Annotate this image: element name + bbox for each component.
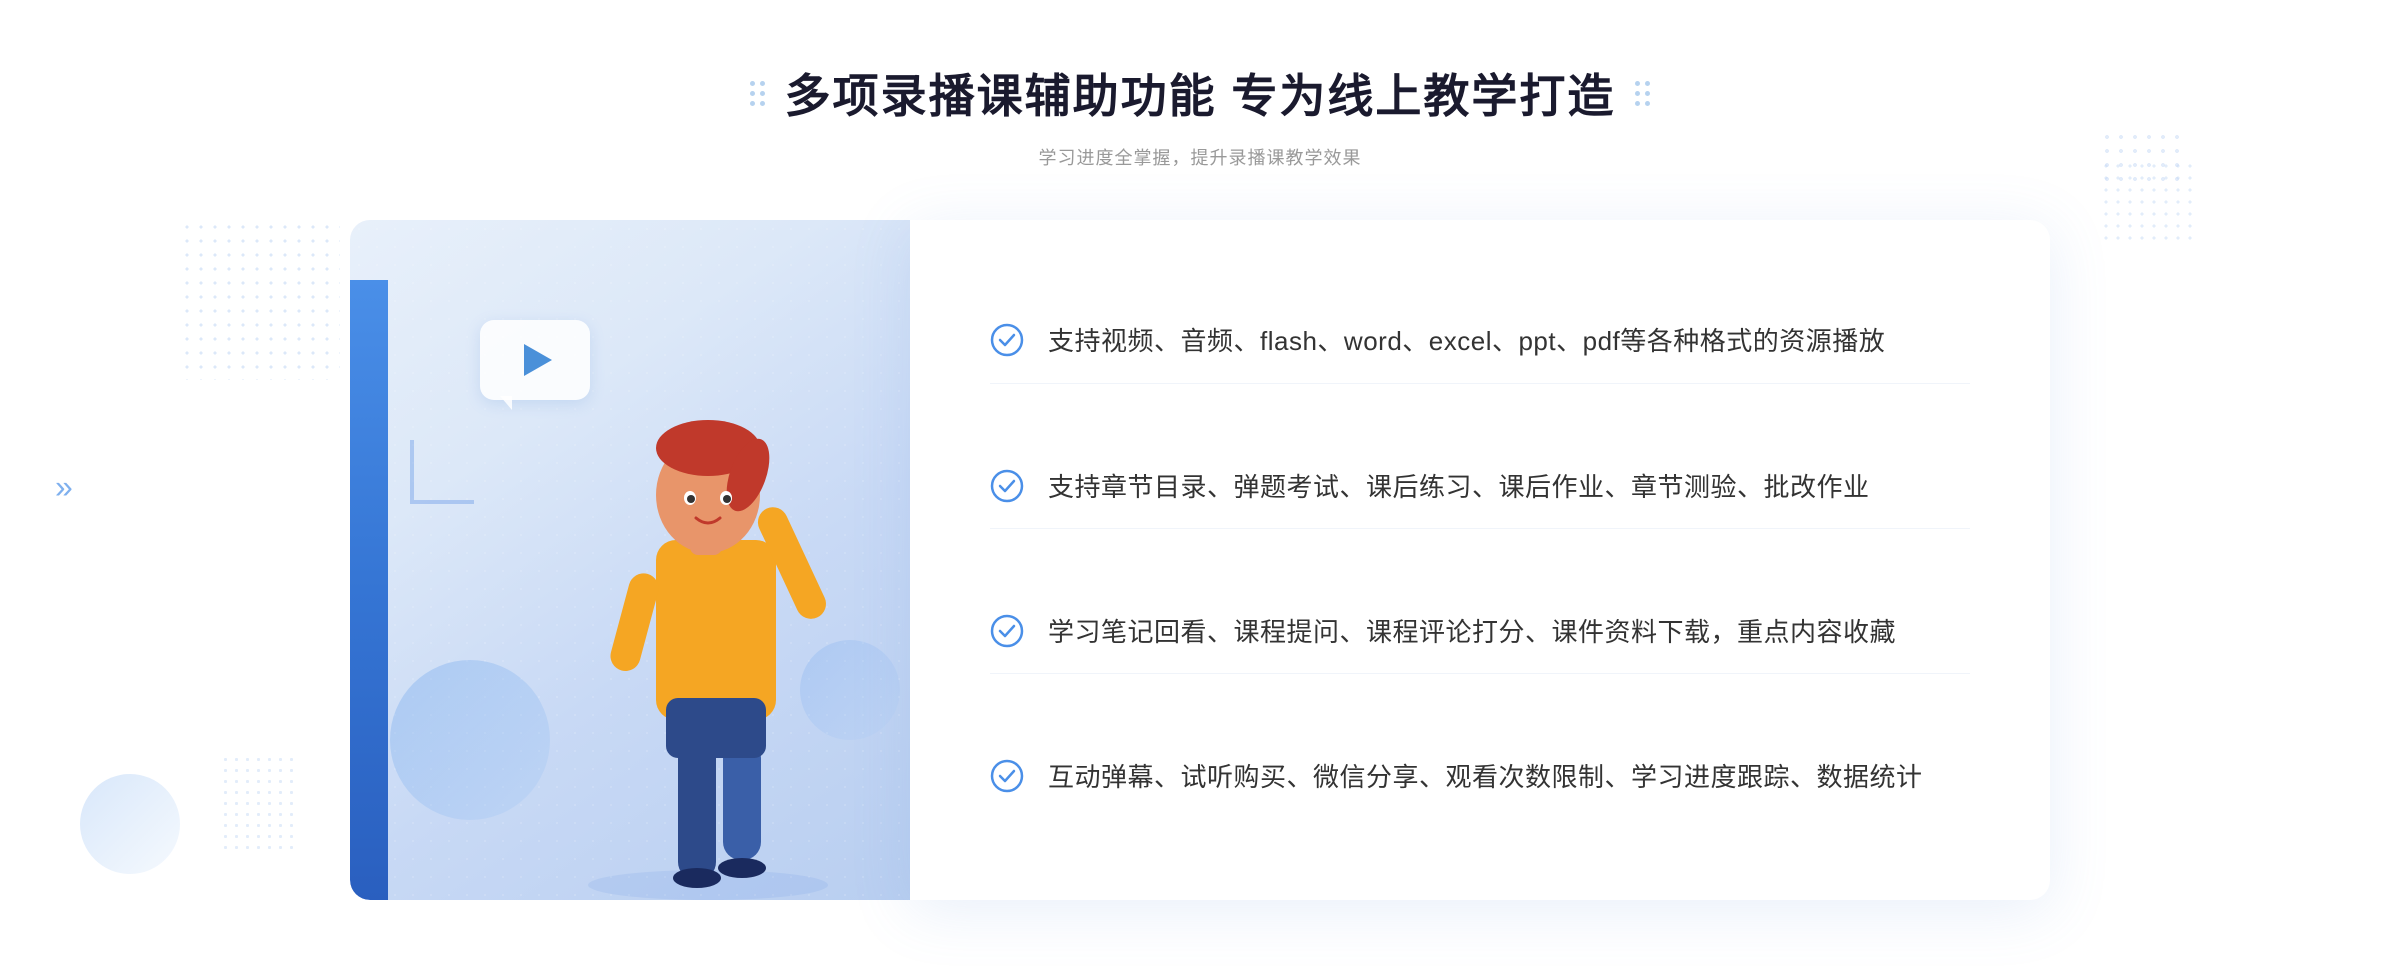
- feature-text-3: 学习笔记回看、课程提问、课程评论打分、课件资料下载，重点内容收藏: [1048, 612, 1896, 654]
- check-icon-3: [990, 614, 1024, 648]
- accent-bar: [350, 280, 388, 900]
- left-arrow-decoration: »: [55, 469, 73, 506]
- check-icon-4: [990, 759, 1024, 793]
- title-dots-left: [750, 81, 765, 106]
- right-deco-dots: [2100, 130, 2180, 190]
- feature-item-2: 支持章节目录、弹题考试、课后练习、课后作业、章节测验、批改作业: [990, 447, 1970, 530]
- content-area: 支持视频、音频、flash、word、excel、ppt、pdf等各种格式的资源…: [350, 220, 2050, 900]
- features-panel: 支持视频、音频、flash、word、excel、ppt、pdf等各种格式的资源…: [910, 220, 2050, 900]
- check-icon-2: [990, 469, 1024, 503]
- title-row: 多项录播课辅助功能 专为线上教学打造: [750, 60, 1651, 126]
- feature-item-1: 支持视频、音频、flash、word、excel、ppt、pdf等各种格式的资源…: [990, 301, 1970, 384]
- deco-circle-large: [390, 660, 550, 820]
- main-title: 多项录播课辅助功能 专为线上教学打造: [785, 60, 1616, 126]
- check-icon-1: [990, 323, 1024, 357]
- feature-text-2: 支持章节目录、弹题考试、课后练习、课后作业、章节测验、批改作业: [1048, 467, 1870, 509]
- header-section: 多项录播课辅助功能 专为线上教学打造 学习进度全掌握，提升录播课教学效果: [750, 60, 1651, 170]
- person-illustration: [538, 330, 878, 900]
- title-dots-right: [1635, 81, 1650, 106]
- sub-title: 学习进度全掌握，提升录播课教学效果: [750, 144, 1651, 170]
- deco-lines: [410, 440, 480, 510]
- bg-dots-bottom-left: [220, 754, 300, 854]
- illustration-card: [350, 220, 930, 900]
- bottom-left-deco-circle: [80, 774, 180, 874]
- feature-text-1: 支持视频、音频、flash、word、excel、ppt、pdf等各种格式的资源…: [1048, 321, 1885, 363]
- page-wrapper: » 多项录播课辅助功能 专为线上教学打造 学习进度全掌握，提升录播课教学效果: [0, 0, 2400, 974]
- feature-item-4: 互动弹幕、试听购买、微信分享、观看次数限制、学习进度跟踪、数据统计: [990, 737, 1970, 819]
- feature-text-4: 互动弹幕、试听购买、微信分享、观看次数限制、学习进度跟踪、数据统计: [1048, 757, 1923, 799]
- feature-item-3: 学习笔记回看、课程提问、课程评论打分、课件资料下载，重点内容收藏: [990, 592, 1970, 675]
- bg-dots-left: [180, 220, 340, 380]
